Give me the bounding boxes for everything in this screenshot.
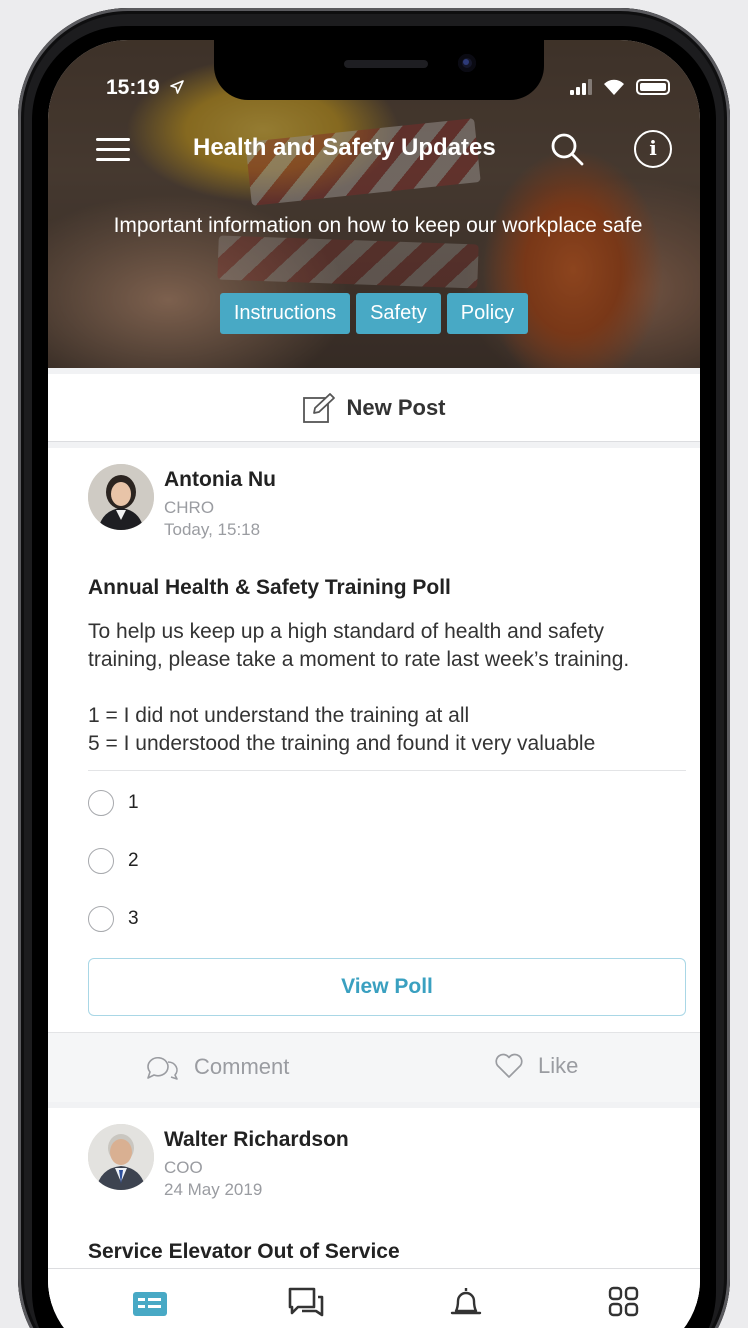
post-actions: Comment Like [48, 1032, 700, 1102]
heart-icon [495, 1053, 523, 1078]
poll-option[interactable]: 3 [88, 904, 139, 934]
menu-icon[interactable] [96, 134, 132, 164]
post-title: Annual Health & Safety Training Poll [88, 576, 451, 599]
top-bar: Health and Safety Updates i [48, 128, 700, 172]
location-arrow-icon [169, 80, 184, 94]
wifi-icon [604, 79, 624, 95]
page-title: Health and Safety Updates [193, 134, 496, 161]
comment-icon [147, 1056, 178, 1080]
battery-icon [636, 79, 670, 95]
post-paragraph: 1 = I did not understand the training at… [88, 704, 596, 755]
tag-instructions[interactable]: Instructions [219, 293, 351, 334]
new-post-button[interactable]: New Post [48, 374, 700, 442]
apps-grid-icon[interactable] [604, 1285, 644, 1321]
bottom-tab-bar [48, 1268, 700, 1328]
view-poll-button[interactable]: View Poll [88, 958, 686, 1016]
front-camera [458, 54, 476, 72]
status-bar: 15:19 [106, 76, 670, 102]
comment-button[interactable]: Comment [144, 1053, 289, 1081]
new-post-label: New Post [346, 394, 446, 420]
tag-safety[interactable]: Safety [356, 293, 441, 334]
radio-button[interactable] [88, 790, 114, 816]
post-paragraph: To help us keep up a high standard of he… [88, 620, 630, 671]
radio-button[interactable] [88, 906, 114, 932]
bell-icon[interactable] [446, 1285, 486, 1321]
author-role: COO [164, 1158, 203, 1177]
avatar-image [88, 464, 154, 530]
info-icon[interactable]: i [634, 130, 672, 168]
post-title: Service Elevator Out of Service [88, 1240, 400, 1263]
like-label: Like [538, 1053, 579, 1078]
tag-policy[interactable]: Policy [446, 293, 529, 334]
status-time-text: 15:19 [106, 76, 160, 99]
avatar [88, 464, 154, 530]
poll-option-label: 1 [128, 792, 139, 813]
search-icon[interactable] [548, 130, 586, 168]
post-body: To help us keep up a high standard of he… [88, 618, 678, 786]
poll-option[interactable]: 2 [88, 846, 139, 876]
comment-label: Comment [194, 1054, 290, 1079]
poll-option[interactable]: 1 [88, 788, 139, 818]
post-card: Antonia Nu CHRO Today, 15:18 Annual Heal… [48, 448, 700, 1102]
author-role: CHRO [164, 498, 215, 517]
poll-option-label: 3 [128, 908, 139, 929]
post-date: 24 May 2019 [164, 1180, 263, 1199]
like-button[interactable]: Like [494, 1053, 578, 1079]
compose-icon [303, 392, 336, 423]
author-name: Antonia Nu [164, 468, 276, 491]
chat-icon[interactable] [286, 1285, 326, 1321]
status-time: 15:19 [106, 76, 184, 100]
status-icons [570, 78, 670, 96]
post-date: Today, 15:18 [164, 520, 261, 539]
phone-screen: 15:19 Health and Safety Updates i Import… [48, 40, 700, 1328]
speaker-grille [344, 60, 428, 68]
signal-icon [570, 79, 592, 95]
header-subtitle: Important information on how to keep our… [113, 214, 643, 237]
poll-option-label: 2 [128, 850, 139, 871]
tag-list: Instructions Safety Policy [48, 293, 700, 334]
author-name: Walter Richardson [164, 1128, 349, 1151]
divider [88, 770, 686, 771]
radio-button[interactable] [88, 848, 114, 874]
avatar [88, 1124, 154, 1190]
feed-icon[interactable] [130, 1285, 170, 1321]
avatar-image [88, 1124, 154, 1190]
